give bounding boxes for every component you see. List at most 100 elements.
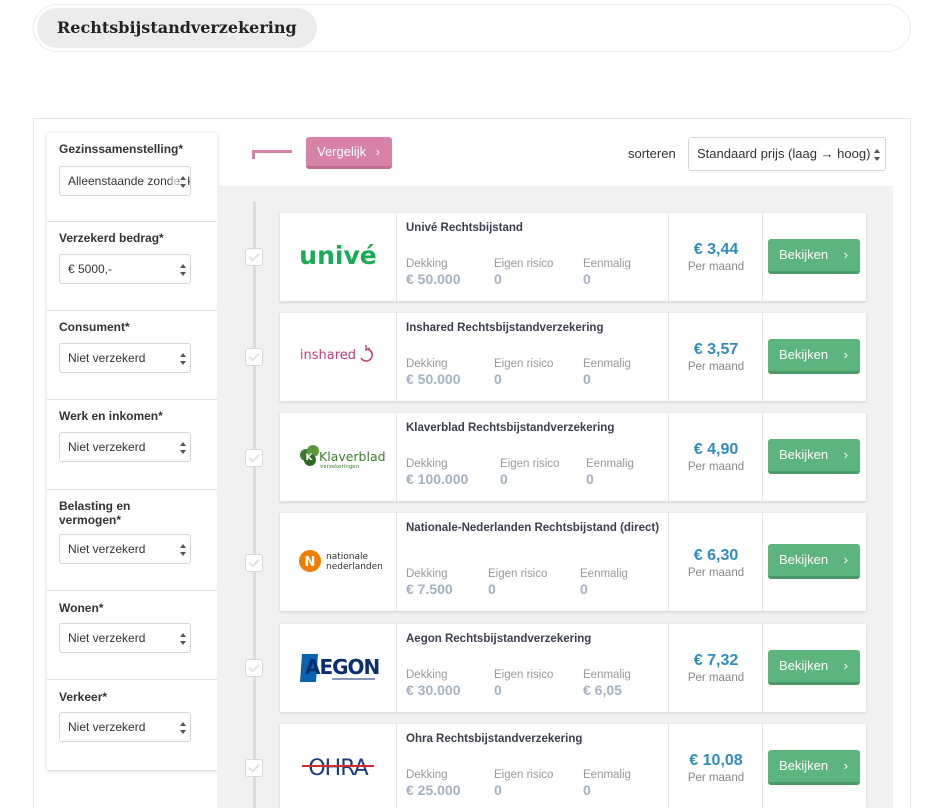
view-button-label: Bekijken	[779, 758, 829, 773]
info-cell: Nationale-Nederlanden Rechtsbijstand (di…	[397, 513, 669, 611]
dekking-label: Dekking	[406, 258, 448, 270]
view-button[interactable]: Bekijken ›	[768, 750, 860, 785]
button-cell: Bekijken ›	[763, 413, 866, 501]
per-month-label: Per maand	[687, 261, 745, 273]
eenmalig-value: 0	[583, 371, 591, 387]
dekking-col: Dekking € 50.000	[406, 258, 461, 287]
chevron-right-icon: ›	[843, 658, 848, 673]
filter-label: Belasting en vermogen*	[59, 499, 131, 527]
price-cell: € 6,30 Per maand	[669, 513, 763, 611]
consument-select[interactable]: Niet verzekerd	[59, 343, 191, 373]
product-name: Klaverblad Rechtsbijstandverzekering	[406, 422, 615, 434]
dekking-label: Dekking	[406, 769, 448, 781]
view-button[interactable]: Bekijken ›	[768, 544, 860, 579]
result-card-inshared: inshared Inshared Rechtsbijstandverzeker…	[280, 313, 866, 401]
sort-select[interactable]: Standaard prijs (laag → hoog)	[688, 137, 886, 171]
chevron-right-icon: ›	[843, 447, 848, 462]
result-card-aegon: AEGON Aegon Rechtsbijstandverzekering De…	[280, 624, 866, 712]
chevron-right-icon: ›	[843, 552, 848, 567]
logo-subtext: verzekeringen	[320, 464, 360, 470]
eigen-risico-label: Eigen risico	[494, 769, 554, 781]
price: € 3,44	[693, 241, 739, 258]
filter-verzekerd-bedrag: Verzekerd bedrag* € 5000,-	[47, 222, 217, 311]
view-button[interactable]: Bekijken ›	[768, 239, 860, 274]
logo-cell: OHRA	[280, 724, 397, 808]
filter-label: Werk en inkomen*	[59, 409, 163, 423]
eenmalig-value: 0	[586, 471, 594, 487]
compare-checkbox[interactable]	[245, 449, 263, 467]
view-button[interactable]: Bekijken ›	[768, 439, 860, 474]
select-arrows-icon	[180, 633, 186, 645]
logo-cell: N nationale nederlanden	[280, 513, 397, 611]
tab-rechtsbijstand[interactable]: Rechtsbijstandverzekering	[37, 8, 317, 48]
select-value: € 5000,-	[68, 262, 113, 276]
per-month-label: Per maand	[687, 361, 745, 373]
gezinssamenstelling-select[interactable]: Alleenstaande zonder kinderen	[59, 166, 191, 196]
select-value: Niet verzekerd	[68, 351, 146, 365]
compare-checkbox[interactable]	[245, 554, 263, 572]
price-cell: € 7,32 Per maand	[669, 624, 763, 712]
filter-label: Gezinssamenstelling*	[59, 142, 184, 156]
logo-cell: K Klaverblad verzekeringen	[280, 413, 397, 501]
filter-label: Verkeer*	[59, 690, 108, 704]
compare-checkbox[interactable]	[245, 348, 263, 366]
select-value: Niet verzekerd	[68, 720, 146, 734]
per-month-label: Per maand	[687, 672, 745, 684]
select-arrows-icon	[180, 442, 186, 454]
price-cell: € 3,57 Per maand	[669, 313, 763, 401]
eigen-risico-label: Eigen risico	[494, 258, 554, 270]
dekking-value: € 25.000	[406, 782, 461, 798]
wonen-select[interactable]: Niet verzekerd	[59, 623, 191, 653]
result-card-klaverblad: K Klaverblad verzekeringen Klaverblad Re…	[280, 413, 866, 501]
info-cell: Klaverblad Rechtsbijstandverzekering Dek…	[397, 413, 669, 501]
klaverblad-logo: K Klaverblad verzekeringen	[300, 445, 386, 470]
eigen-risico-value: 0	[494, 371, 502, 387]
eenmalig-label: Eenmalig	[583, 258, 631, 270]
dekking-label: Dekking	[406, 358, 448, 370]
sort-select-value: Standaard prijs (laag → hoog)	[697, 146, 871, 161]
logo-cell: AEGON	[280, 624, 397, 712]
logo-text: Klaverblad	[319, 449, 386, 464]
verzekerd-bedrag-select[interactable]: € 5000,-	[59, 254, 191, 284]
eigen-risico-value: 0	[494, 782, 502, 798]
eigen-risico-label: Eigen risico	[494, 669, 554, 681]
view-button-label: Bekijken	[779, 347, 829, 362]
compare-button[interactable]: Vergelijk ›	[306, 137, 392, 169]
view-button[interactable]: Bekijken ›	[768, 339, 860, 374]
logo-text: nationale	[326, 552, 368, 562]
view-button[interactable]: Bekijken ›	[768, 650, 860, 685]
view-button-label: Bekijken	[779, 658, 829, 673]
eigen-risico-value: 0	[494, 271, 502, 287]
filter-consument: Consument* Niet verzekerd	[47, 311, 217, 400]
eigen-risico-col: Eigen risico 0	[494, 669, 553, 698]
per-month-label: Per maand	[687, 772, 745, 784]
dekking-col: Dekking € 25.000	[406, 769, 461, 798]
dekking-value: € 30.000	[406, 682, 461, 698]
dekking-label: Dekking	[406, 568, 448, 580]
werk-en-inkomen-select[interactable]: Niet verzekerd	[59, 432, 191, 462]
eigen-risico-col: Eigen risico 0	[494, 358, 553, 387]
eigen-risico-value: 0	[488, 581, 496, 597]
product-name: Ohra Rechtsbijstandverzekering	[406, 733, 583, 745]
eenmalig-value: 0	[580, 581, 588, 597]
inshared-logo: inshared	[300, 345, 373, 363]
compare-checkbox[interactable]	[245, 248, 263, 266]
dekking-value: € 50.000	[406, 271, 461, 287]
button-cell: Bekijken ›	[763, 213, 866, 301]
result-card-nationale-nederlanden: N nationale nederlanden Nationale-Nederl…	[280, 513, 866, 611]
eenmalig-col: Eenmalig 0	[586, 458, 634, 487]
verkeer-select[interactable]: Niet verzekerd	[59, 712, 191, 742]
select-arrows-icon	[180, 176, 186, 188]
belasting-en-vermogen-select[interactable]: Niet verzekerd	[59, 534, 191, 564]
button-cell: Bekijken ›	[763, 624, 866, 712]
compare-connector	[252, 150, 292, 159]
eenmalig-value: 0	[583, 271, 591, 287]
select-arrows-icon	[180, 264, 186, 276]
price: € 4,90	[693, 441, 739, 458]
compare-checkbox[interactable]	[245, 659, 263, 677]
select-arrows-icon	[180, 722, 186, 734]
compare-checkbox[interactable]	[245, 759, 263, 777]
logo-text: AEGON	[305, 655, 379, 679]
price-cell: € 3,44 Per maand	[669, 213, 763, 301]
per-month-label: Per maand	[687, 567, 745, 579]
